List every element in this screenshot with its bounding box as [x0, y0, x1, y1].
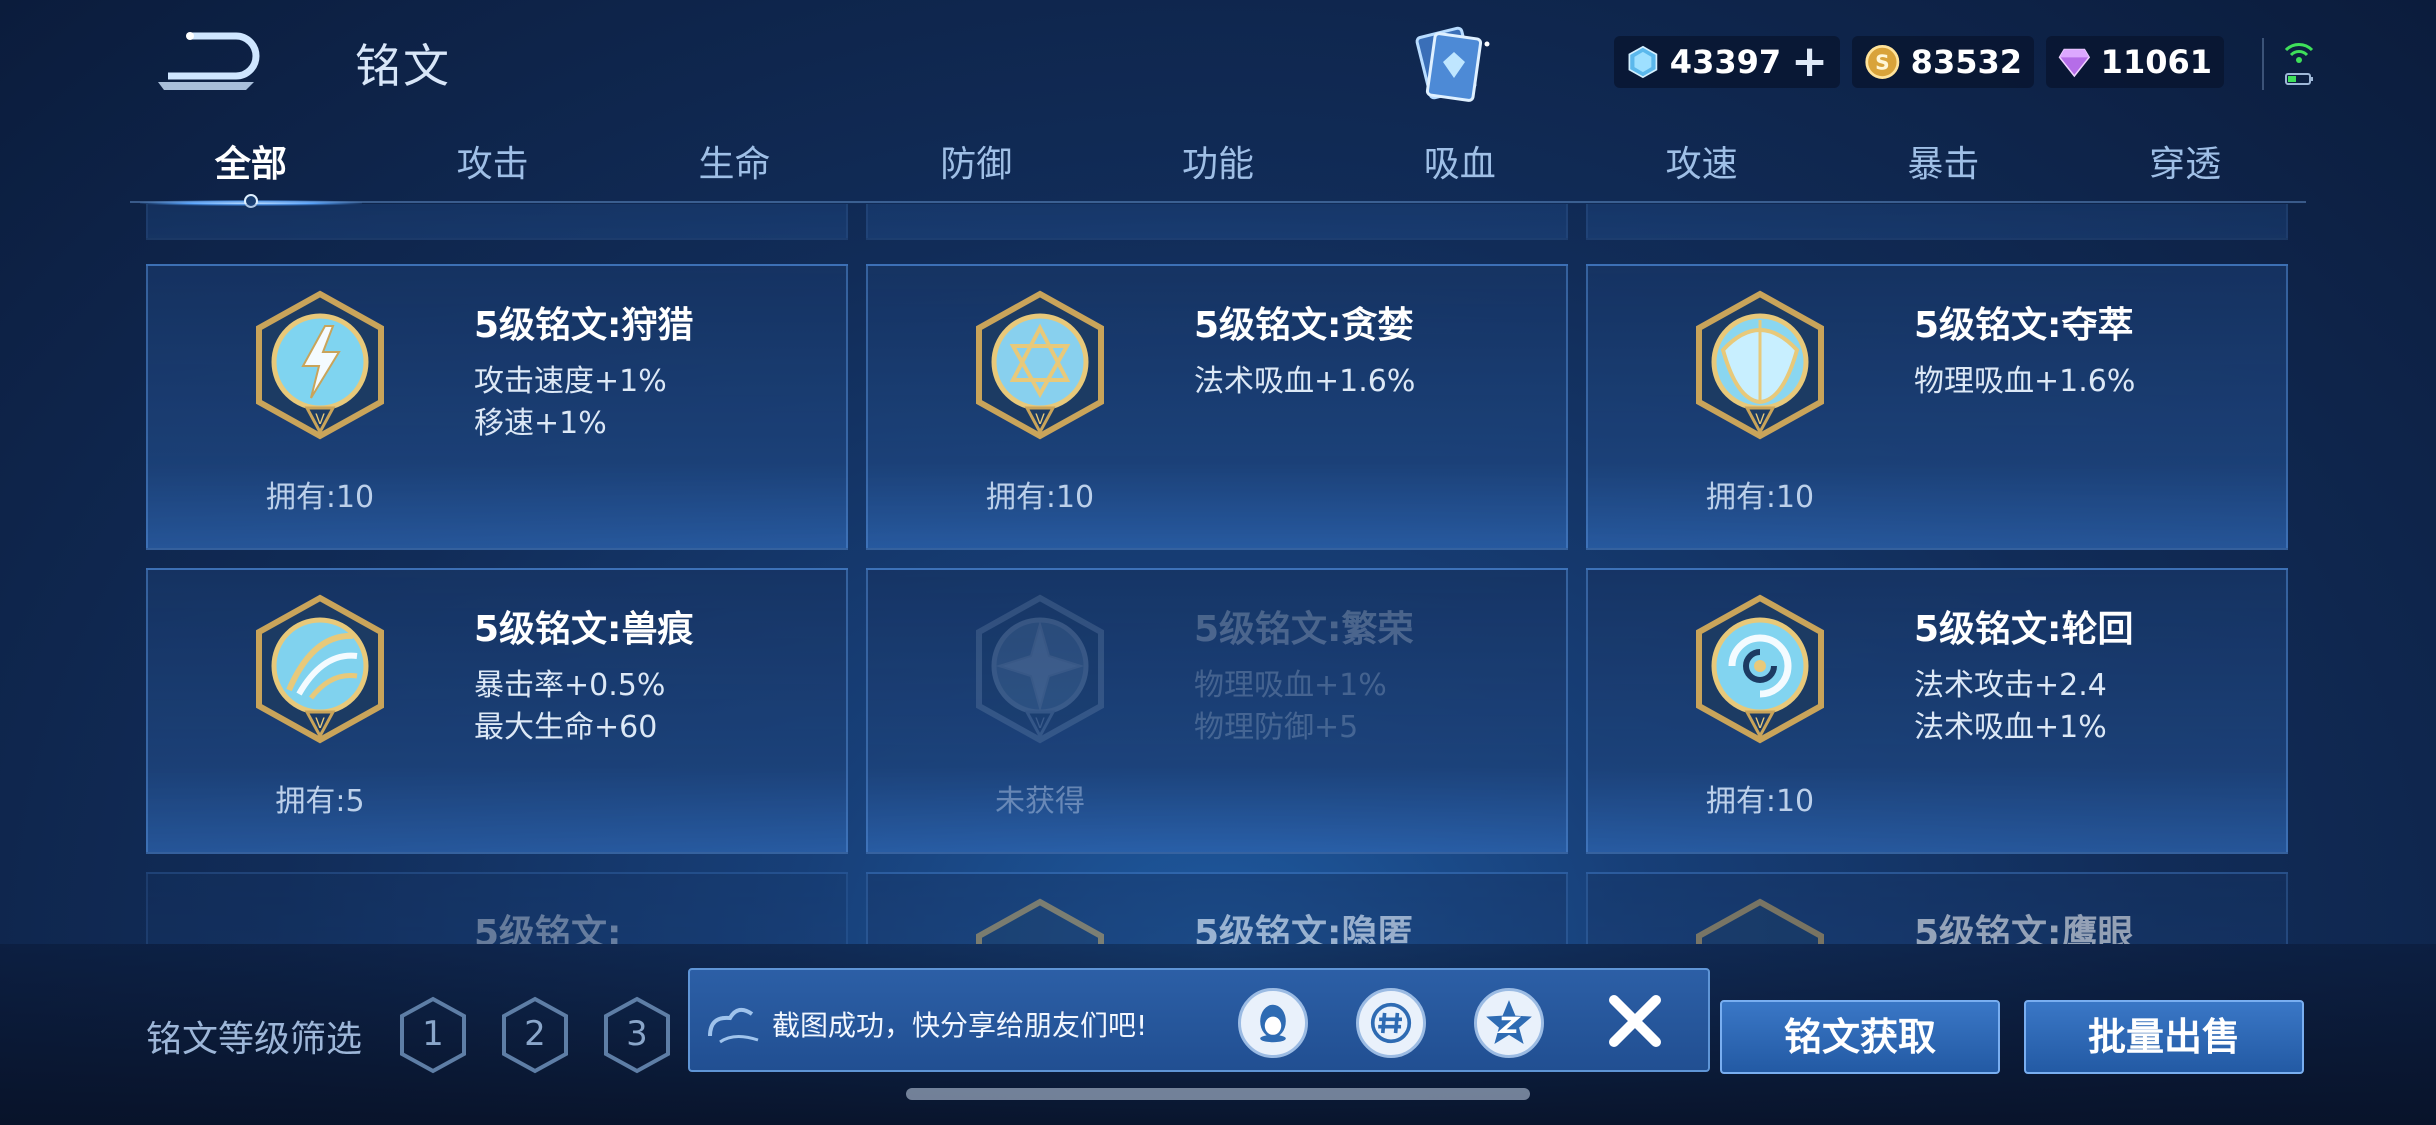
purple-diamond-icon	[2058, 48, 2091, 78]
rune-attr: 攻击速度+1%	[474, 364, 667, 399]
tab-critical[interactable]: 暴击	[1822, 128, 2064, 202]
bulk-sell-button[interactable]: 批量出售	[2024, 1000, 2304, 1074]
svg-text:V: V	[1035, 412, 1045, 428]
rune-card-reincarnation[interactable]: V 5级铭文:轮回 法术攻击+2.4 法术吸血+1% 拥有:10	[1586, 568, 2288, 854]
rune-pack-icon[interactable]	[1405, 22, 1495, 108]
rune-card[interactable]	[1586, 204, 2288, 240]
rune-card-prosperity[interactable]: V 5级铭文:繁荣 物理吸血+1% 物理防御+5 未获得	[866, 568, 1568, 854]
rune-name: 5级铭文:兽痕	[474, 609, 694, 650]
gold-coin-icon: S	[1865, 45, 1900, 79]
rune-card-seize[interactable]: V 5级铭文:夺萃 物理吸血+1.6% 拥有:10	[1586, 264, 2288, 550]
rune-name: 5级铭文:	[474, 913, 622, 944]
crystal-count: 43397	[1669, 43, 1782, 81]
rune-owned-count: 拥有:10	[1705, 480, 1815, 515]
lightning-rune-icon: V	[256, 290, 384, 440]
level-number: 2	[524, 1014, 546, 1054]
rune-name: 5级铭文:贪婪	[1194, 305, 1414, 346]
rune-owned-status: 未获得	[995, 784, 1085, 819]
back-arrow-icon[interactable]	[150, 28, 260, 94]
tab-underline	[130, 201, 2306, 203]
rune-card-greed[interactable]: V 5级铭文:贪婪 法术吸血+1.6% 拥有:10	[866, 264, 1568, 550]
rune-name: 5级铭文:轮回	[1914, 609, 2134, 650]
tab-function[interactable]: 功能	[1097, 128, 1339, 202]
svg-text:V: V	[1755, 412, 1765, 428]
crystal-currency[interactable]: 43397 +	[1614, 36, 1840, 88]
rune-name: 5级铭文:鹰眼	[1914, 913, 2134, 944]
stealth-rune-icon	[976, 898, 1104, 944]
tab-attack[interactable]: 攻击	[372, 128, 614, 202]
level-filter-label: 铭文等级筛选	[146, 1019, 363, 1060]
home-indicator[interactable]	[906, 1088, 1530, 1100]
rune-attr: 暴击率+0.5%	[474, 668, 666, 703]
tab-all[interactable]: 全部	[130, 128, 372, 206]
qzone-icon[interactable]	[1474, 988, 1544, 1058]
get-runes-button[interactable]: 铭文获取	[1720, 1000, 2000, 1074]
rune-card[interactable]	[866, 204, 1568, 240]
diamond-currency: 11061	[2046, 36, 2224, 88]
wechat-moments-icon[interactable]	[1356, 988, 1426, 1058]
tab-health[interactable]: 生命	[614, 128, 856, 202]
level-number: 1	[422, 1014, 444, 1054]
gold-currency: S 83532	[1852, 36, 2034, 88]
category-tabs: 全部 攻击 生命 防御 功能 吸血 攻速 暴击 穿透	[130, 128, 2306, 206]
svg-text:V: V	[315, 412, 325, 428]
share-message: 截图成功，快分享给朋友们吧!	[772, 1009, 1148, 1042]
svg-text:V: V	[315, 716, 325, 732]
gold-count: 83532	[1910, 43, 2022, 81]
rune-owned-count: 拥有:10	[985, 480, 1095, 515]
rune-attr: 法术吸血+1.6%	[1194, 364, 1416, 399]
add-crystal-button[interactable]: +	[1791, 40, 1828, 84]
close-icon[interactable]	[1598, 984, 1672, 1058]
rune-owned-count: 拥有:5	[275, 784, 365, 819]
diamond-count: 11061	[2100, 43, 2212, 81]
cloud-swirl-icon	[708, 1007, 759, 1044]
eagle-eye-rune-icon	[1696, 898, 1824, 944]
rune-attr: 物理吸血+1%	[1194, 668, 1387, 703]
wifi-status-icon	[2284, 43, 2314, 85]
rune-card-eagle-eye[interactable]: 5级铭文:鹰眼	[1586, 872, 2288, 944]
rune-name: 5级铭文:狩猎	[474, 305, 694, 346]
rune-name: 5级铭文:繁荣	[1194, 609, 1414, 650]
rune-attr: 最大生命+60	[474, 710, 658, 745]
rune-attr: 物理吸血+1.6%	[1914, 364, 2136, 399]
blue-crystal-icon	[1628, 45, 1658, 79]
tab-defense[interactable]: 防御	[855, 128, 1097, 202]
tab-penetration[interactable]: 穿透	[2064, 128, 2306, 202]
star-rune-icon: V	[976, 290, 1104, 440]
rune-grid[interactable]: V 5级铭文:狩猎 攻击速度+1% 移速+1% 拥有:10 V 5级铭文:贪婪 …	[140, 204, 2300, 944]
rune-card-stealth[interactable]: 5级铭文:隐匿	[866, 872, 1568, 944]
rune-owned-count: 拥有:10	[265, 480, 375, 515]
tab-attack-speed[interactable]: 攻速	[1581, 128, 1823, 202]
rune-name: 5级铭文:夺萃	[1914, 305, 2134, 346]
level-filter-3[interactable]: 3	[602, 996, 672, 1074]
svg-text:S: S	[1875, 50, 1890, 74]
rune-name: 5级铭文:隐匿	[1194, 913, 1414, 944]
screenshot-share-bar: 截图成功，快分享给朋友们吧!	[688, 968, 1710, 1072]
svg-text:V: V	[1755, 716, 1765, 732]
rune-card-beast-mark[interactable]: V 5级铭文:兽痕 暴击率+0.5% 最大生命+60 拥有:5	[146, 568, 848, 854]
divider	[2262, 38, 2264, 90]
qq-icon[interactable]	[1238, 988, 1308, 1058]
rune-attr: 法术吸血+1%	[1914, 710, 2107, 745]
svg-text:V: V	[1035, 716, 1045, 732]
knot-rune-icon: V	[1696, 290, 1824, 440]
rune-card-hunt[interactable]: V 5级铭文:狩猎 攻击速度+1% 移速+1% 拥有:10	[146, 264, 848, 550]
top-bar: 铭文 43397 + S 83532 11061	[0, 0, 2436, 130]
rune-attr: 法术攻击+2.4	[1914, 668, 2107, 703]
rune-card[interactable]	[146, 204, 848, 240]
rune-attr: 物理防御+5	[1194, 710, 1359, 745]
level-number: 3	[626, 1014, 648, 1054]
rune-owned-count: 拥有:10	[1705, 784, 1815, 819]
cross-rune-icon: V	[976, 594, 1104, 744]
tab-lifesteal[interactable]: 吸血	[1339, 128, 1581, 202]
rune-card[interactable]: 5级铭文:	[146, 872, 848, 944]
rune-attr: 移速+1%	[474, 406, 607, 441]
swirl-rune-icon: V	[1696, 594, 1824, 744]
level-filter-2[interactable]: 2	[500, 996, 570, 1074]
level-filter-1[interactable]: 1	[398, 996, 468, 1074]
page-title: 铭文	[355, 39, 451, 93]
claw-rune-icon: V	[256, 594, 384, 744]
